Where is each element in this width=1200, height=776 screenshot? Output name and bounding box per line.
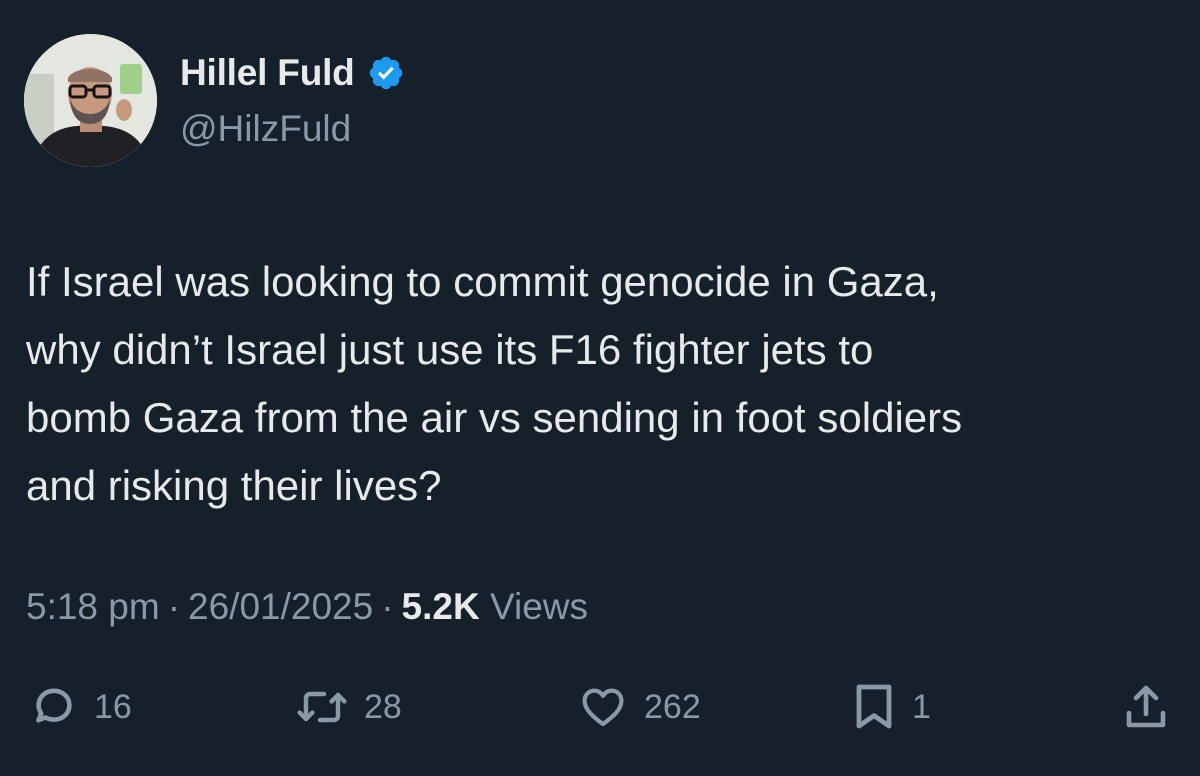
tweet-text-line: If Israel was looking to commit genocide… [26,258,939,305]
tweet: Hillel Fuld @HilzFuld If Israel was look… [0,0,1200,776]
tweet-text-line: bomb Gaza from the air vs sending in foo… [26,394,963,441]
reply-icon [36,688,72,723]
share-icon [1126,685,1166,728]
tweet-date[interactable]: 26/01/2025 [188,586,373,627]
share-button[interactable] [1122,672,1170,742]
views-label: Views [489,586,589,627]
meta-separator: · [381,586,394,627]
retweet-button[interactable]: 28 [296,672,402,742]
action-bar: 16 28 262 1 [0,672,1200,742]
bookmark-button[interactable]: 1 [852,672,931,742]
retweet-count: 28 [364,687,402,726]
user-handle[interactable]: @HilzFuld [180,108,351,150]
tweet-text: If Israel was looking to commit genocide… [26,248,1176,520]
tweet-meta: 5:18 pm · 26/01/2025 · 5.2K Views [26,586,588,628]
like-button[interactable]: 262 [578,672,701,742]
verified-badge-icon [369,56,402,90]
reply-button[interactable]: 16 [30,672,132,742]
reply-count: 16 [94,687,132,726]
retweet-icon [297,691,347,723]
avatar-image [24,34,157,167]
tweet-text-line: why didn’t Israel just use its F16 fight… [26,326,874,373]
tweet-time[interactable]: 5:18 pm [26,586,160,627]
tweet-text-line: and risking their lives? [26,462,442,509]
bookmark-count: 1 [912,687,931,726]
heart-icon [582,688,624,727]
display-name[interactable]: Hillel Fuld [180,52,355,94]
like-count: 262 [644,687,701,726]
views-count: 5.2K [401,586,480,627]
user-name-row[interactable]: Hillel Fuld [180,52,405,94]
meta-separator: · [167,586,181,627]
avatar[interactable] [24,34,157,167]
bookmark-icon [856,684,892,729]
